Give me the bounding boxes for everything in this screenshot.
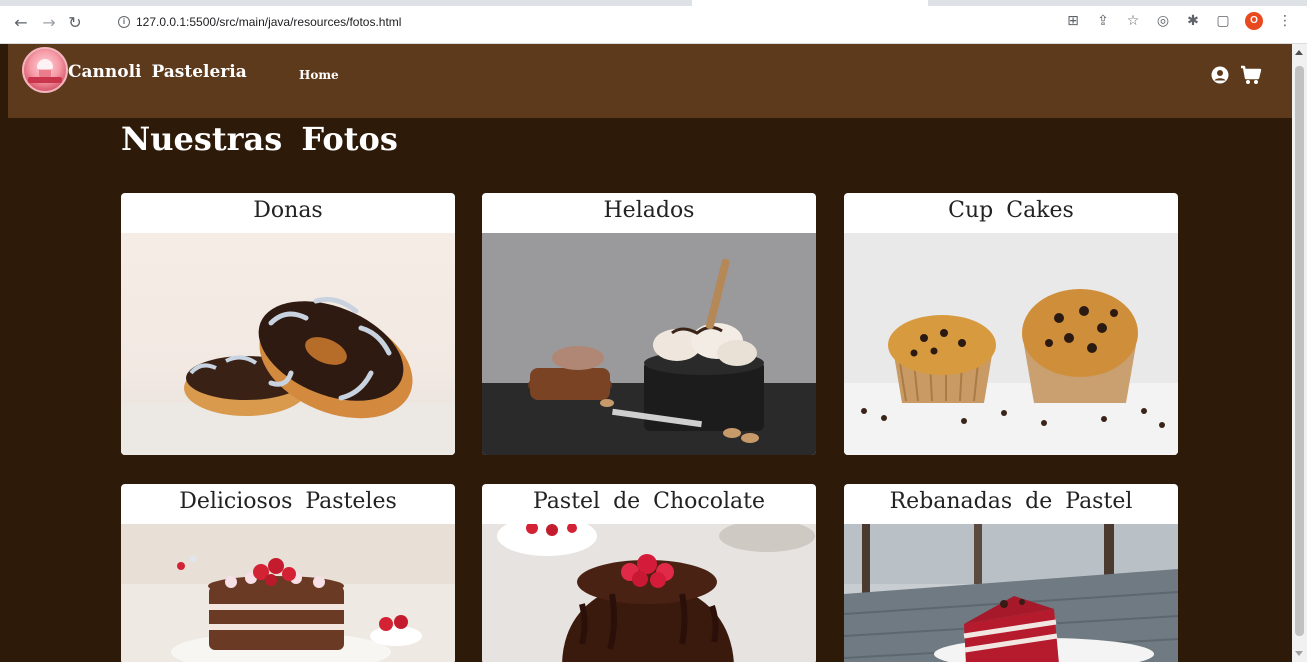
- bookmark-star-icon[interactable]: ☆: [1125, 13, 1141, 29]
- card-title: Donas: [253, 198, 323, 223]
- gallery-card-rebanadas[interactable]: Rebanadas de Pastel: [844, 484, 1178, 662]
- card-title: Helados: [603, 198, 695, 223]
- gallery-card-helados[interactable]: Helados: [482, 193, 816, 455]
- browser-actions: ⊞ ⇪ ☆ ◎ ✱ ▢ O ⋮: [1065, 12, 1293, 30]
- reload-icon[interactable]: ↻: [66, 14, 84, 32]
- gallery-card-donas[interactable]: Donas: [121, 193, 455, 455]
- translate-icon[interactable]: ⊞: [1065, 13, 1081, 29]
- extension-w-icon[interactable]: ◎: [1155, 13, 1171, 29]
- cake-slice-photo: [844, 524, 1178, 662]
- gallery-card-chocolate[interactable]: Pastel de Chocolate: [482, 484, 816, 662]
- extensions-puzzle-icon[interactable]: ✱: [1185, 13, 1201, 29]
- scroll-down-arrow-icon[interactable]: [1295, 651, 1303, 656]
- scrollbar-thumb[interactable]: [1295, 66, 1304, 636]
- menu-kebab-icon[interactable]: ⋮: [1277, 13, 1293, 29]
- chocolate-cake-photo: [482, 524, 816, 662]
- address-bar[interactable]: i 127.0.0.1:5500/src/main/java/resources…: [118, 15, 401, 29]
- user-account-icon[interactable]: [1211, 66, 1229, 84]
- active-tab[interactable]: [692, 0, 928, 6]
- site-info-icon[interactable]: i: [118, 16, 130, 28]
- forward-icon[interactable]: →: [40, 14, 58, 32]
- layer-cake-photo: [121, 524, 455, 662]
- share-icon[interactable]: ⇪: [1095, 13, 1111, 29]
- back-icon[interactable]: ←: [12, 14, 30, 32]
- card-title: Cup Cakes: [948, 198, 1074, 223]
- tab-strip: [0, 0, 1307, 6]
- card-title: Pastel de Chocolate: [532, 489, 766, 514]
- ice-cream-photo: [482, 233, 816, 455]
- browser-toolbar: ← → ↻ i 127.0.0.1:5500/src/main/java/res…: [0, 0, 1307, 44]
- url-text[interactable]: 127.0.0.1:5500/src/main/java/resources/f…: [136, 15, 401, 29]
- cupcakes-photo: [844, 233, 1178, 455]
- page-title: Nuestras Fotos: [121, 120, 398, 158]
- scroll-up-arrow-icon[interactable]: [1295, 50, 1303, 55]
- page-scrollbar[interactable]: [1292, 44, 1307, 662]
- nav-home-link[interactable]: Home: [299, 68, 339, 82]
- brand-logo[interactable]: [22, 47, 68, 93]
- shopping-cart-icon[interactable]: [1240, 65, 1262, 85]
- site-navbar: Cannoli Pasteleria Home: [8, 44, 1292, 118]
- donuts-photo: [121, 233, 455, 455]
- card-title: Deliciosos Pasteles: [179, 489, 397, 514]
- gallery-card-cupcakes[interactable]: Cup Cakes: [844, 193, 1178, 455]
- card-title: Rebanadas de Pastel: [889, 489, 1133, 514]
- gallery-card-pasteles[interactable]: Deliciosos Pasteles: [121, 484, 455, 662]
- side-panel-icon[interactable]: ▢: [1215, 13, 1231, 29]
- brand-name[interactable]: Cannoli Pasteleria: [68, 62, 247, 82]
- profile-avatar[interactable]: O: [1245, 12, 1263, 30]
